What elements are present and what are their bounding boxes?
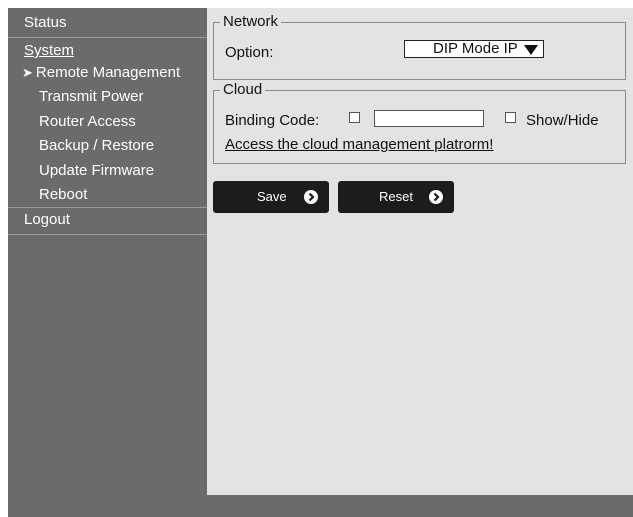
arrow-right-circle-icon (429, 190, 443, 204)
dropdown-arrow-icon (524, 45, 538, 55)
binding-code-input[interactable] (374, 110, 484, 127)
cloud-management-link[interactable]: Access the cloud management platrorm! (225, 136, 493, 153)
show-hide-checkbox[interactable] (505, 112, 516, 123)
sidebar-divider (8, 207, 207, 208)
sidebar-item-status[interactable]: Status (8, 13, 207, 33)
sidebar-item-transmit-power[interactable]: Transmit Power (8, 87, 207, 107)
sidebar-item-logout[interactable]: Logout (8, 210, 207, 230)
mode-select[interactable]: DIP Mode IP (404, 40, 544, 58)
sidebar-item-reboot[interactable]: Reboot (8, 185, 207, 205)
option-label: Option: (225, 44, 274, 61)
mode-select-value: DIP Mode IP (433, 40, 518, 57)
sidebar: Status System ➤ Remote Management Transmi… (8, 8, 207, 495)
network-legend: Network (223, 13, 279, 30)
router-admin-window: Status System ➤ Remote Management Transmi… (8, 8, 633, 517)
footer-bar (8, 495, 633, 517)
sidebar-item-backup-restore[interactable]: Backup / Restore (8, 136, 207, 156)
main-panel: Network Option: DIP Mode IP Cloud Bindin… (207, 8, 633, 495)
sidebar-divider (8, 37, 207, 38)
save-button-label: Save (257, 189, 287, 204)
reset-button[interactable]: Reset (338, 181, 454, 213)
show-hide-label: Show/Hide (526, 112, 599, 129)
sidebar-item-remote-management[interactable]: ➤ Remote Management (8, 63, 221, 83)
binding-code-label: Binding Code: (225, 112, 320, 129)
arrow-right-circle-icon (304, 190, 318, 204)
save-button[interactable]: Save (213, 181, 329, 213)
sidebar-divider (8, 234, 207, 235)
binding-code-checkbox[interactable] (349, 112, 360, 123)
reset-button-label: Reset (379, 189, 413, 204)
cloud-legend: Cloud (223, 81, 263, 98)
sidebar-item-router-access[interactable]: Router Access (8, 112, 207, 132)
sidebar-item-label: Remote Management (35, 64, 181, 81)
sidebar-item-update-firmware[interactable]: Update Firmware (8, 161, 207, 181)
sidebar-item-system[interactable]: System (8, 41, 207, 61)
arrow-right-icon: ➤ (22, 65, 33, 80)
